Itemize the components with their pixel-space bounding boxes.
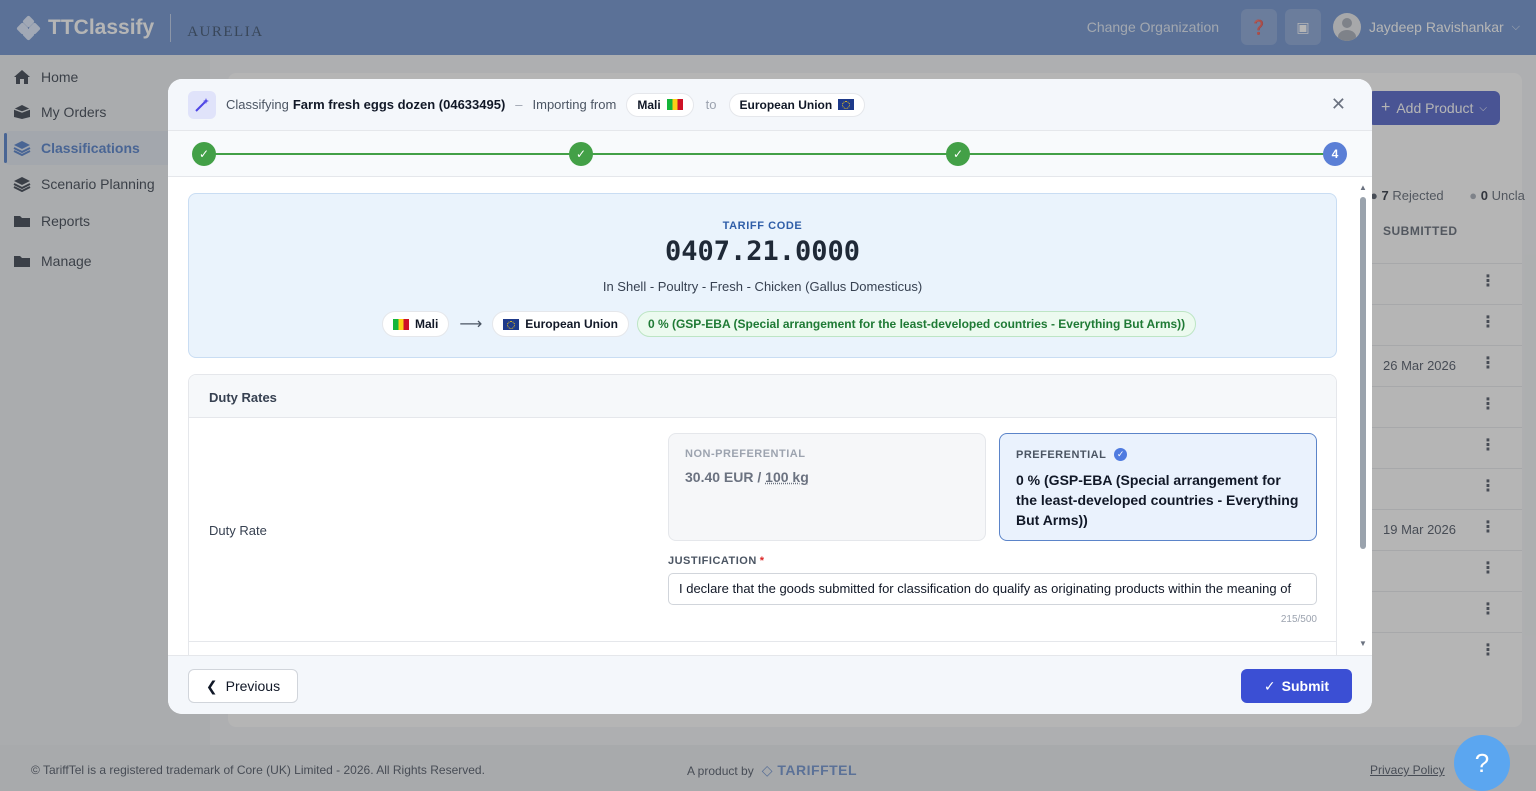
origin-country: Mali <box>415 317 439 331</box>
scroll-up-icon[interactable]: ▲ <box>1359 183 1367 192</box>
origin-country: Mali <box>637 97 661 112</box>
step-1-complete[interactable]: ✓ <box>192 142 216 166</box>
destination-country: European Union <box>525 317 618 331</box>
trade-route: Mali ⟶ European Union 0 % (GSP-EBA (Spec… <box>382 311 1197 337</box>
non-preferential-value: 30.40 EUR / 100 kg <box>685 469 969 485</box>
check-icon: ✓ <box>1263 677 1276 694</box>
progress-stepper: ✓ ✓ ✓ 4 <box>168 131 1372 177</box>
character-counter: 215/500 <box>1280 614 1317 625</box>
previous-button[interactable]: ❮ Previous <box>188 669 298 703</box>
scrollbar-thumb[interactable] <box>1360 197 1366 549</box>
tariff-description: In Shell - Poultry - Fresh - Chicken (Ga… <box>602 279 923 294</box>
scroll-down-icon[interactable]: ▼ <box>1359 639 1367 648</box>
modal-scrollbar[interactable]: ▲ ▼ <box>1359 183 1367 648</box>
destination-country: European Union <box>739 97 833 112</box>
submit-label: Submit <box>1281 678 1330 694</box>
magic-wand-icon <box>188 90 216 119</box>
required-asterisk: * <box>759 555 765 567</box>
check-icon: ✓ <box>575 147 587 161</box>
step-4-current: 4 <box>1323 142 1347 166</box>
justification-label: JUSTIFICATION * <box>668 555 765 567</box>
preferential-value: 0 % (GSP-EBA (Special arrangement for th… <box>1016 472 1299 528</box>
product-name: Farm fresh eggs dozen (04633495) <box>292 97 506 112</box>
eu-flag-icon <box>838 99 855 110</box>
eu-flag-icon <box>503 318 520 330</box>
question-mark-icon: ? <box>1474 747 1490 778</box>
submit-button[interactable]: ✓ Submit <box>1241 669 1352 703</box>
selected-check-icon: ✓ <box>1114 448 1128 461</box>
arrow-right-icon: ⟶ <box>459 316 483 333</box>
destination-chip: European Union <box>728 92 866 117</box>
modal-body: TARIFF CODE 0407.21.0000 In Shell - Poul… <box>168 177 1372 655</box>
non-preferential-unit: 100 kg <box>765 469 809 485</box>
classifying-label: Classifying <box>226 97 289 112</box>
preferential-rate-option[interactable]: PREFERENTIAL ✓ 0 % (GSP-EBA (Special arr… <box>999 433 1317 541</box>
tariff-code-card: TARIFF CODE 0407.21.0000 In Shell - Poul… <box>188 193 1337 358</box>
stepper-progress-line <box>204 153 1324 155</box>
preferential-label: PREFERENTIAL <box>1016 448 1107 461</box>
modal-header: Classifying Farm fresh eggs dozen (04633… <box>168 79 1372 131</box>
section-divider <box>189 641 1336 642</box>
preferential-header: PREFERENTIAL ✓ <box>1016 448 1300 461</box>
modal-footer: ❮ Previous ✓ Submit <box>168 655 1372 714</box>
step-3-complete[interactable]: ✓ <box>946 142 970 166</box>
classification-modal: Classifying Farm fresh eggs dozen (04633… <box>168 79 1372 714</box>
justification-input[interactable]: I declare that the goods submitted for c… <box>668 573 1317 605</box>
non-preferential-label: NON-PREFERENTIAL <box>685 448 806 460</box>
non-preferential-rate-option[interactable]: NON-PREFERENTIAL 30.40 EUR / 100 kg <box>668 433 986 541</box>
previous-label: Previous <box>225 678 281 694</box>
justification-label-text: JUSTIFICATION <box>668 555 757 567</box>
chevron-left-icon: ❮ <box>205 677 218 694</box>
close-icon[interactable]: ✕ <box>1331 94 1346 115</box>
check-icon: ✓ <box>198 147 210 161</box>
mali-flag-icon <box>666 99 683 110</box>
to-label: to <box>705 97 717 112</box>
separator: – <box>515 97 523 112</box>
preferential-rate-badge: 0 % (GSP-EBA (Special arrangement for th… <box>636 311 1197 337</box>
origin-chip: Mali <box>626 92 694 117</box>
duty-rates-title: Duty Rates <box>189 375 1336 418</box>
duty-rates-section: Duty Rates Duty Rate NON-PREFERENTIAL 30… <box>188 374 1337 655</box>
mali-flag-icon <box>393 318 409 330</box>
check-icon: ✓ <box>952 147 964 161</box>
destination-chip: European Union <box>492 311 629 337</box>
duty-rate-label: Duty Rate <box>209 523 267 538</box>
non-preferential-amount: 30.40 EUR / <box>685 469 766 485</box>
step-2-complete[interactable]: ✓ <box>569 142 593 166</box>
origin-chip: Mali <box>382 311 450 337</box>
importing-from-label: Importing from <box>532 97 617 112</box>
help-chat-button[interactable]: ? <box>1454 735 1510 791</box>
tariff-code: 0407.21.0000 <box>664 236 861 267</box>
tariff-code-label: TARIFF CODE <box>722 220 803 232</box>
